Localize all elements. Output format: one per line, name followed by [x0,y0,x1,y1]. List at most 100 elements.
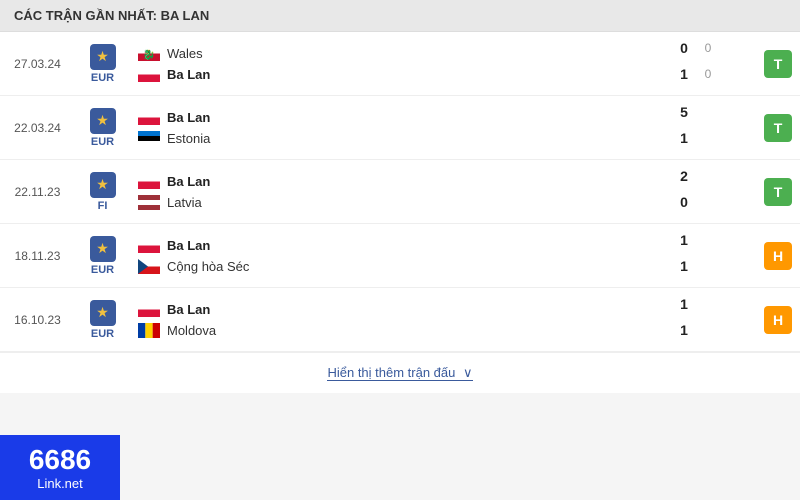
match-teams: Ba Lan Latvia [130,160,676,223]
matches-container: CÁC TRẬN GẦN NHẤT: BA LAN 27.03.24 ★ EUR… [0,0,800,393]
scores-wrapper: 2 0 [676,160,756,223]
show-more-label: Hiển thị thêm trận đấu ∨ [327,365,472,381]
result-badge: H [764,306,792,334]
result-col: T [756,32,800,95]
score-line-2: 1 [676,256,692,276]
tournament-label: EUR [91,328,114,340]
flag-team2 [138,67,160,82]
match-tournament: ★ EUR [75,224,130,287]
main-score-1: 1 [676,296,692,312]
team-row: Ba Lan [138,174,668,189]
team-row: Ba Lan [138,67,668,82]
match-row: 27.03.24 ★ EUR 🐉 Wales Ba Lan 0 [0,32,800,96]
team-name: Ba Lan [167,110,210,125]
score-line-1: 2 [676,166,692,186]
result-col: T [756,160,800,223]
match-row: 22.11.23 ★ FI Ba Lan Latvia 2 [0,160,800,224]
main-score-2: 1 [676,130,692,146]
main-score-2: 1 [676,322,692,338]
main-score-2: 1 [676,66,692,82]
team-name: Moldova [167,323,216,338]
result-badge: H [764,242,792,270]
star-icon: ★ [96,176,109,193]
score-line-2: 1 0 [676,64,716,84]
score-line-1: 1 [676,230,692,250]
tournament-label: FI [98,200,108,212]
team-row: Cộng hòa Séc [138,259,668,274]
match-date: 27.03.24 [0,32,75,95]
score-line-1: 5 [676,102,692,122]
flag-team2 [138,195,160,210]
flag-team1 [138,238,160,253]
score-line-2: 1 [676,320,692,340]
match-teams: Ba Lan Cộng hòa Séc [130,224,676,287]
scores-wrapper: 0 0 1 0 [676,32,756,95]
team-row: Moldova [138,323,668,338]
matches-list: 27.03.24 ★ EUR 🐉 Wales Ba Lan 0 [0,32,800,352]
flag-team2 [138,323,160,338]
flag-team1 [138,174,160,189]
main-score-2: 0 [676,194,692,210]
match-date: 18.11.23 [0,224,75,287]
scores-wrapper: 1 1 [676,288,756,351]
team-name: Latvia [167,195,202,210]
chevron-down-icon: ∨ [463,365,473,381]
flag-team1: 🐉 [138,46,160,61]
tournament-icon: ★ [90,300,116,326]
match-teams: Ba Lan Moldova [130,288,676,351]
flag-team1 [138,302,160,317]
sub-score: 0 [700,41,716,55]
tournament-icon: ★ [90,236,116,262]
team-row: 🐉 Wales [138,46,668,61]
team-name: Cộng hòa Séc [167,259,249,274]
score-line-1: 0 0 [676,38,716,58]
match-tournament: ★ FI [75,160,130,223]
score-line-2: 1 [676,128,692,148]
flag-team1 [138,110,160,125]
match-row: 16.10.23 ★ EUR Ba Lan Moldova 1 [0,288,800,352]
logo-number: 6686 [29,444,91,476]
team-row: Latvia [138,195,668,210]
header-title: CÁC TRẬN GẦN NHẤT: BA LAN [14,8,209,23]
match-date: 16.10.23 [0,288,75,351]
match-tournament: ★ EUR [75,288,130,351]
team-row: Ba Lan [138,238,668,253]
tournament-label: EUR [91,72,114,84]
match-row: 18.11.23 ★ EUR Ba Lan Cộng hòa Séc 1 [0,224,800,288]
tournament-label: EUR [91,264,114,276]
result-col: H [756,288,800,351]
flag-team2 [138,131,160,146]
logo-overlay: 6686 Link.net [0,435,120,500]
tournament-icon: ★ [90,172,116,198]
main-score-2: 1 [676,258,692,274]
score-line-2: 0 [676,192,692,212]
result-col: H [756,224,800,287]
result-badge: T [764,50,792,78]
tournament-icon: ★ [90,44,116,70]
sub-score: 0 [700,67,716,81]
star-icon: ★ [96,240,109,257]
match-row: 22.03.24 ★ EUR Ba Lan Estonia 5 [0,96,800,160]
main-score-1: 1 [676,232,692,248]
result-badge: T [764,114,792,142]
tournament-label: EUR [91,136,114,148]
team-row: Ba Lan [138,110,668,125]
score-line-1: 1 [676,294,692,314]
star-icon: ★ [96,304,109,321]
flag-team2 [138,259,160,274]
match-tournament: ★ EUR [75,32,130,95]
team-name: Wales [167,46,203,61]
show-more-button[interactable]: Hiển thị thêm trận đấu ∨ [0,352,800,393]
main-score-1: 5 [676,104,692,120]
scores-wrapper: 5 1 [676,96,756,159]
match-tournament: ★ EUR [75,96,130,159]
svg-text:🐉: 🐉 [143,48,155,61]
team-name: Ba Lan [167,67,210,82]
team-name: Estonia [167,131,210,146]
team-name: Ba Lan [167,238,210,253]
match-date: 22.03.24 [0,96,75,159]
section-header: CÁC TRẬN GẦN NHẤT: BA LAN [0,0,800,32]
star-icon: ★ [96,112,109,129]
star-icon: ★ [96,48,109,65]
tournament-icon: ★ [90,108,116,134]
